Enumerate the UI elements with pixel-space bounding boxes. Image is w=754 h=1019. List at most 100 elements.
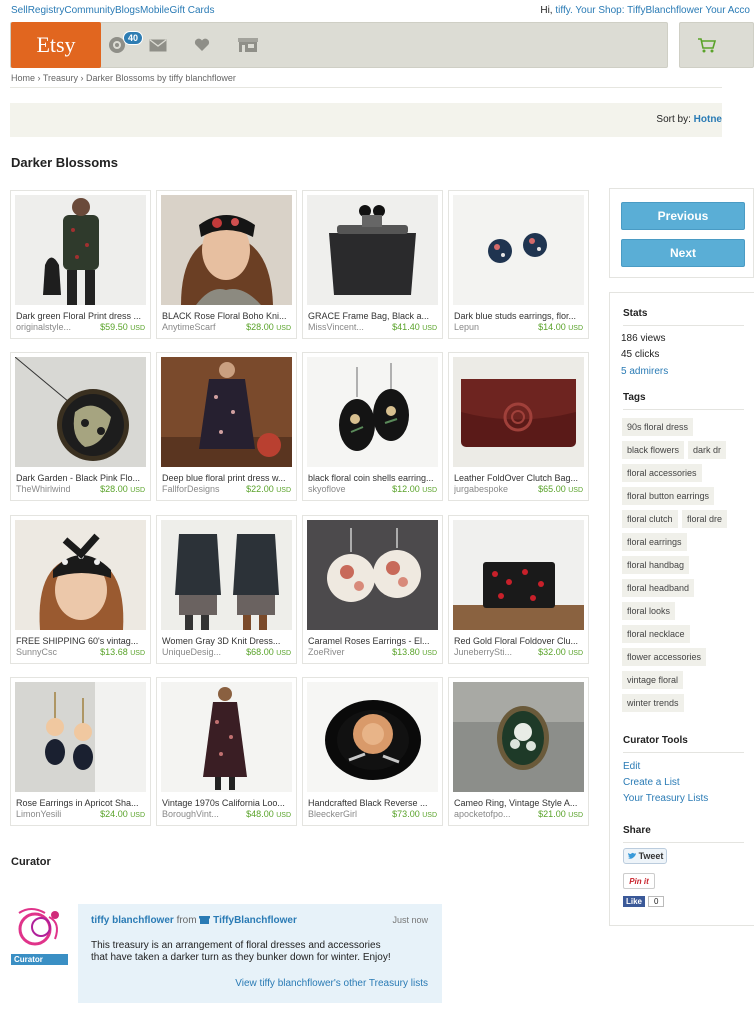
tag-item[interactable]: floral looks (622, 602, 676, 620)
next-button[interactable]: Next (621, 239, 745, 267)
item-image[interactable] (161, 682, 292, 792)
item-image[interactable] (161, 357, 292, 467)
item-image[interactable] (15, 682, 146, 792)
item-shop[interactable]: Lepun (454, 322, 532, 332)
item-card[interactable]: Dark Garden - Black Pink Flo... TheWhirl… (10, 352, 151, 501)
your-shop-label[interactable]: Your Shop: (575, 5, 624, 16)
item-image[interactable] (15, 195, 146, 305)
item-shop[interactable]: BoroughVint... (162, 809, 240, 819)
item-shop[interactable]: TheWhirlwind (16, 484, 94, 494)
item-shop[interactable]: originalstyle... (16, 322, 94, 332)
create-list-link[interactable]: Create a List (623, 777, 680, 788)
item-title[interactable]: FREE SHIPPING 60's vintag... (16, 636, 146, 646)
stat-admirers[interactable]: 5 admirers (621, 366, 668, 377)
nav-link-sell[interactable]: Sell (11, 5, 28, 16)
item-shop[interactable]: skyoflove (308, 484, 386, 494)
account-link[interactable]: Your Acco (705, 5, 750, 16)
item-shop[interactable]: LimonYesili (16, 809, 94, 819)
item-title[interactable]: black floral coin shells earring... (308, 473, 438, 483)
nav-link-community[interactable]: Community (64, 5, 115, 16)
tag-item[interactable]: floral headband (622, 579, 695, 597)
item-title[interactable]: Red Gold Floral Foldover Clu... (454, 636, 584, 646)
item-card[interactable]: Women Gray 3D Knit Dress... UniqueDesig.… (156, 515, 297, 664)
sort-value[interactable]: Hotne (694, 114, 722, 125)
item-image[interactable] (307, 520, 438, 630)
item-shop[interactable]: FallforDesigns (162, 484, 240, 494)
curator-avatar[interactable]: Curator (11, 903, 68, 965)
item-title[interactable]: Handcrafted Black Reverse ... (308, 798, 438, 808)
nav-link-gift-cards[interactable]: Gift Cards (169, 5, 214, 16)
item-title[interactable]: Caramel Roses Earrings - El... (308, 636, 438, 646)
item-shop[interactable]: AnytimeScarf (162, 322, 240, 332)
item-shop[interactable]: jurgabespoke (454, 484, 532, 494)
item-image[interactable] (453, 195, 584, 305)
item-card[interactable]: Handcrafted Black Reverse ... BleeckerGi… (302, 677, 443, 826)
tag-item[interactable]: floral necklace (622, 625, 690, 643)
sort-control[interactable]: Sort by: Hotne (656, 114, 722, 125)
tag-item[interactable]: 90s floral dress (622, 418, 694, 436)
shop-link[interactable]: TiffyBlanchflower (627, 5, 703, 16)
item-card[interactable]: Leather FoldOver Clutch Bag... jurgabesp… (448, 352, 589, 501)
item-shop[interactable]: ZoeRiver (308, 647, 386, 657)
item-image[interactable] (15, 357, 146, 467)
item-card[interactable]: BLACK Rose Floral Boho Kni... AnytimeSca… (156, 190, 297, 339)
curator-name-link[interactable]: tiffy blanchflower (91, 915, 174, 926)
item-card[interactable]: Vintage 1970s California Loo... BoroughV… (156, 677, 297, 826)
facebook-like[interactable]: Like 0 (623, 894, 665, 908)
item-title[interactable]: Women Gray 3D Knit Dress... (162, 636, 292, 646)
item-title[interactable]: Vintage 1970s California Loo... (162, 798, 292, 808)
item-image[interactable] (453, 357, 584, 467)
cart-box[interactable] (679, 22, 754, 68)
item-card[interactable]: Cameo Ring, Vintage Style A... apocketof… (448, 677, 589, 826)
user-link[interactable]: tiffy. (555, 5, 572, 16)
tag-item[interactable]: floral accessories (622, 464, 702, 482)
item-image[interactable] (161, 195, 292, 305)
shop-icon[interactable] (237, 36, 259, 54)
tag-item[interactable]: floral earrings (622, 533, 687, 551)
tag-item[interactable]: flower accessories (622, 648, 707, 666)
item-shop[interactable]: SunnyCsc (16, 647, 94, 657)
item-title[interactable]: GRACE Frame Bag, Black a... (308, 311, 438, 321)
other-treasury-lists-link[interactable]: View tiffy blanchflower's other Treasury… (235, 978, 428, 989)
item-title[interactable]: Cameo Ring, Vintage Style A... (454, 798, 584, 808)
item-title[interactable]: Leather FoldOver Clutch Bag... (454, 473, 584, 483)
tag-item[interactable]: winter trends (622, 694, 684, 712)
tag-item[interactable]: floral dre (682, 510, 728, 528)
nav-link-blogs[interactable]: Blogs (115, 5, 140, 16)
like-button[interactable]: Like (623, 895, 646, 907)
item-title[interactable]: Deep blue floral print dress w... (162, 473, 292, 483)
your-treasury-lists-link[interactable]: Your Treasury Lists (623, 793, 708, 804)
item-title[interactable]: Dark Garden - Black Pink Flo... (16, 473, 146, 483)
item-shop[interactable]: UniqueDesig... (162, 647, 240, 657)
item-shop[interactable]: apocketofpo... (454, 809, 532, 819)
item-shop[interactable]: MissVincent... (308, 322, 386, 332)
item-image[interactable] (307, 195, 438, 305)
item-image[interactable] (161, 520, 292, 630)
item-image[interactable] (307, 682, 438, 792)
item-card[interactable]: Caramel Roses Earrings - El... ZoeRiver … (302, 515, 443, 664)
item-card[interactable]: Deep blue floral print dress w... Fallfo… (156, 352, 297, 501)
pin-it-button[interactable]: Pin it (623, 873, 655, 889)
tag-item[interactable]: vintage floral (622, 671, 684, 689)
item-image[interactable] (15, 520, 146, 630)
item-card[interactable]: Dark blue studs earrings, flor... Lepun … (448, 190, 589, 339)
heart-icon[interactable] (191, 36, 213, 54)
tag-item[interactable]: dark dr (688, 441, 727, 459)
previous-button[interactable]: Previous (621, 202, 745, 230)
edit-link[interactable]: Edit (623, 761, 640, 772)
etsy-logo[interactable]: Etsy (11, 22, 101, 68)
item-card[interactable]: black floral coin shells earring... skyo… (302, 352, 443, 501)
item-image[interactable] (453, 682, 584, 792)
tweet-button[interactable]: Tweet (623, 848, 667, 864)
item-title[interactable]: Rose Earrings in Apricot Sha... (16, 798, 146, 808)
curator-shop-link[interactable]: TiffyBlanchflower (213, 915, 297, 926)
tag-item[interactable]: black flowers (622, 441, 685, 459)
cart-icon[interactable] (696, 36, 718, 54)
item-shop[interactable]: JuneberrySti... (454, 647, 532, 657)
item-card[interactable]: Red Gold Floral Foldover Clu... Juneberr… (448, 515, 589, 664)
item-title[interactable]: BLACK Rose Floral Boho Kni... (162, 311, 292, 321)
breadcrumb[interactable]: Home › Treasury › Darker Blossoms by tif… (11, 73, 236, 83)
item-shop[interactable]: BleeckerGirl (308, 809, 386, 819)
mail-icon[interactable] (147, 36, 169, 54)
item-card[interactable]: Dark green Floral Print dress ... origin… (10, 190, 151, 339)
